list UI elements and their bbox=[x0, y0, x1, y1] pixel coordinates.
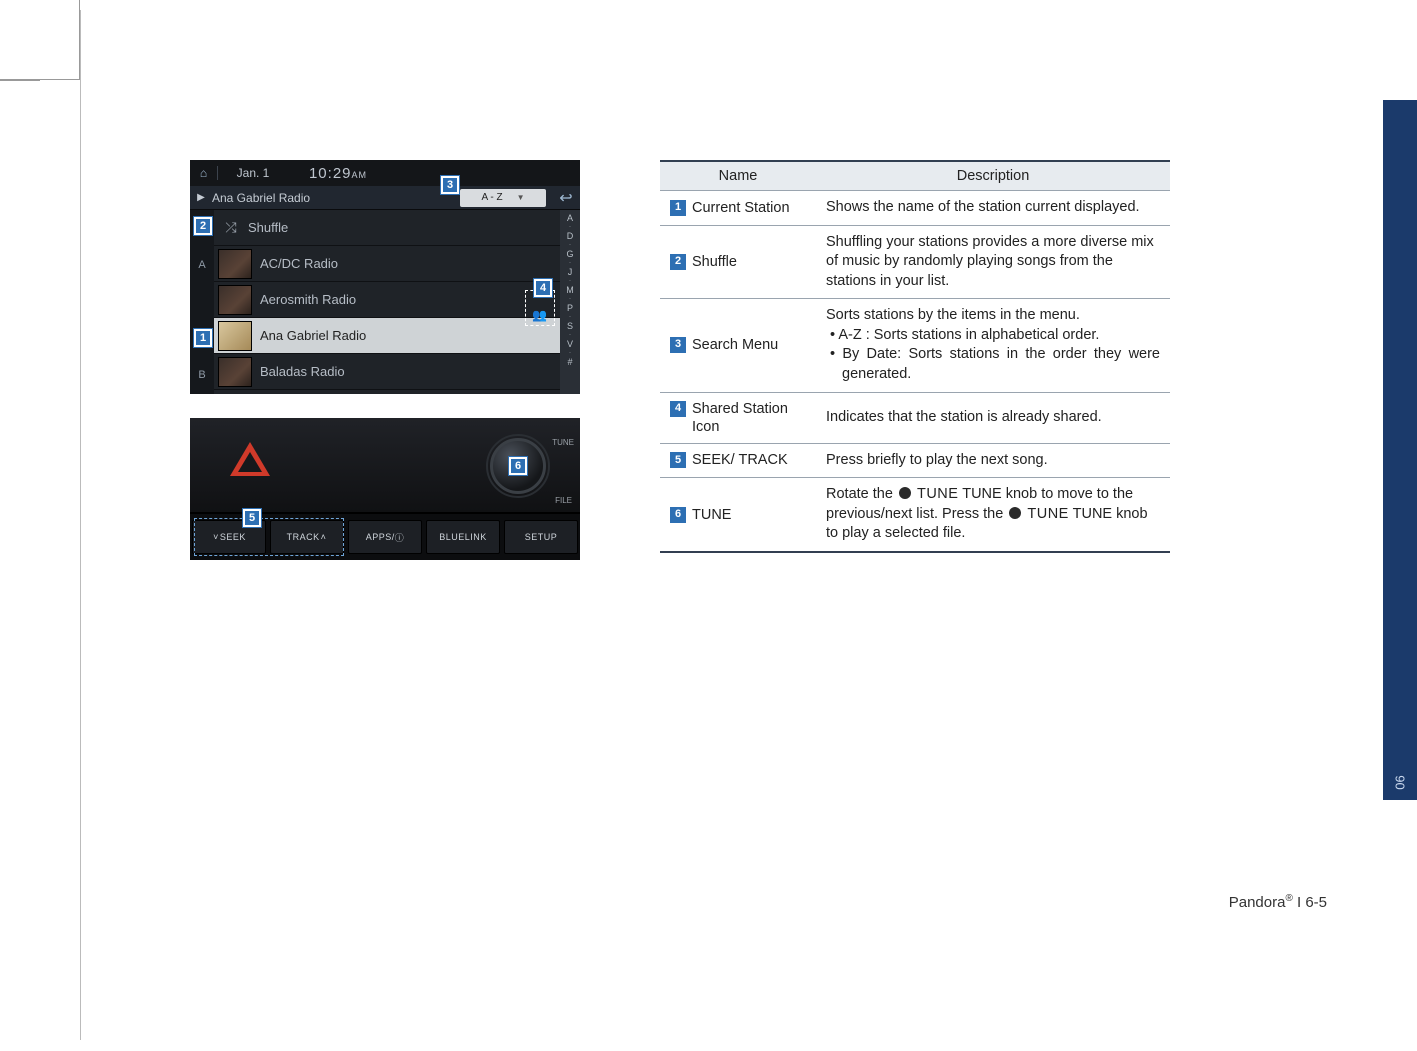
figure-column: ⌂ Jan. 1 10:29AM ▶ Ana Gabriel Radio A -… bbox=[190, 160, 580, 560]
row-name: Search Menu bbox=[692, 336, 778, 354]
row-name: Current Station bbox=[692, 199, 790, 217]
section-letter-a: A bbox=[198, 246, 205, 284]
table-row: 4 Shared Station Icon Indicates that the … bbox=[660, 392, 1170, 443]
footer-page: I 6-5 bbox=[1293, 894, 1327, 911]
callout-5: 5 bbox=[242, 508, 262, 528]
info-icon: ⓘ bbox=[395, 531, 405, 544]
bluelink-button-label: BLUELINK bbox=[439, 532, 487, 542]
station-row-label: Aerosmith Radio bbox=[260, 292, 356, 307]
station-row-selected[interactable]: Ana Gabriel Radio bbox=[214, 318, 560, 354]
knob-dot-icon bbox=[1009, 507, 1021, 519]
shuffle-label: Shuffle bbox=[248, 220, 288, 235]
row-number-badge: 2 bbox=[670, 254, 686, 270]
sort-dropdown-label: A - Z bbox=[481, 192, 502, 203]
callout-1: 1 bbox=[193, 328, 213, 348]
chapter-tab: 06 bbox=[1383, 100, 1417, 800]
chapter-tab-number: 06 bbox=[1393, 766, 1408, 800]
crop-mark-top bbox=[0, 0, 80, 80]
station-row-label: AC/DC Radio bbox=[260, 256, 338, 271]
apps-button-label: APPS/ bbox=[366, 532, 395, 542]
setup-button-label: SETUP bbox=[525, 532, 558, 542]
row-description: Press briefly to play the next song. bbox=[816, 443, 1170, 478]
row-number-badge: 6 bbox=[670, 507, 686, 523]
registered-mark: ® bbox=[1285, 893, 1292, 904]
table-row: 6 TUNE Rotate the TUNE TUNE knob to move … bbox=[660, 478, 1170, 552]
station-list[interactable]: ⤮ Shuffle AC/DC Radio Aerosmith Radio An… bbox=[214, 210, 560, 394]
row-number-badge: 4 bbox=[670, 401, 686, 417]
status-time: 10:29AM bbox=[288, 165, 388, 182]
row-number-badge: 5 bbox=[670, 452, 686, 468]
station-row-label: Ana Gabriel Radio bbox=[260, 328, 366, 343]
station-thumb bbox=[218, 357, 252, 387]
track-button[interactable]: TRACK ˄ bbox=[270, 520, 344, 554]
status-time-ampm: AM bbox=[352, 170, 368, 180]
back-icon[interactable]: ↩ bbox=[552, 188, 580, 208]
callout-2: 2 bbox=[193, 216, 213, 236]
station-thumb bbox=[218, 249, 252, 279]
device-panel-top: TUNE FILE 6 bbox=[190, 418, 580, 514]
page: 06 ⌂ Jan. 1 10:29AM ▶ Ana Gabriel Radio … bbox=[0, 0, 1417, 1051]
track-button-label: TRACK bbox=[287, 532, 320, 542]
home-icon[interactable]: ⌂ bbox=[190, 166, 218, 180]
section-letter-b: B bbox=[198, 356, 205, 394]
apps-button[interactable]: APPS/ⓘ bbox=[348, 520, 422, 554]
section-letter-column: A B bbox=[190, 210, 214, 394]
row-name: TUNE bbox=[692, 506, 731, 524]
shared-icon: 👥 bbox=[532, 308, 547, 322]
tune-knob-label: TUNE bbox=[552, 438, 574, 447]
infotainment-screenshot: ⌂ Jan. 1 10:29AM ▶ Ana Gabriel Radio A -… bbox=[190, 160, 580, 394]
station-list-body: A B ⤮ Shuffle AC/DC Radio bbox=[190, 210, 580, 394]
row-description: Shows the name of the station current di… bbox=[816, 191, 1170, 226]
row-description: Rotate the TUNE TUNE knob to move to the… bbox=[816, 478, 1170, 552]
table-header-name: Name bbox=[660, 161, 816, 191]
row-name: SEEK/ TRACK bbox=[692, 451, 788, 469]
chevron-down-icon: ˅ bbox=[213, 532, 219, 542]
seek-button-label: SEEK bbox=[220, 532, 246, 542]
sort-dropdown[interactable]: A - Z ▼ bbox=[460, 189, 546, 207]
row-description: Shuffling your stations provides a more … bbox=[816, 225, 1170, 299]
alpha-index[interactable]: A· D· G· J· M· P· S· V· # bbox=[560, 210, 580, 394]
status-date: Jan. 1 bbox=[218, 166, 288, 180]
table-row: 1 Current Station Shows the name of the s… bbox=[660, 191, 1170, 226]
page-footer: Pandora® I 6-5 bbox=[1229, 893, 1327, 911]
bluelink-button[interactable]: BLUELINK bbox=[426, 520, 500, 554]
row-number-badge: 1 bbox=[670, 200, 686, 216]
subheader: ▶ Ana Gabriel Radio A - Z ▼ ↩ bbox=[190, 186, 580, 210]
row-description: Sorts stations by the items in the menu.… bbox=[816, 299, 1170, 392]
file-knob-label: FILE bbox=[555, 496, 572, 505]
table-row: 2 Shuffle Shuffling your stations provide… bbox=[660, 225, 1170, 299]
callout-6: 6 bbox=[508, 456, 528, 476]
device-panel-screenshot: TUNE FILE 6 ˅ SEEK TRACK ˄ APPS/ⓘ BLUELI… bbox=[190, 418, 580, 560]
callout-3: 3 bbox=[440, 175, 460, 195]
footer-product: Pandora bbox=[1229, 894, 1286, 911]
station-row-label: Baladas Radio bbox=[260, 364, 345, 379]
station-thumb bbox=[218, 285, 252, 315]
warning-triangle-inner bbox=[238, 452, 262, 472]
play-icon[interactable]: ▶ bbox=[190, 192, 212, 203]
crop-mark-left bbox=[0, 80, 40, 81]
station-row[interactable]: Baladas Radio bbox=[214, 354, 560, 390]
row-name: Shuffle bbox=[692, 253, 737, 271]
description-table: Name Description 1 Current Station Shows … bbox=[660, 160, 1170, 553]
station-thumb bbox=[218, 321, 252, 351]
row-number-badge: 3 bbox=[670, 337, 686, 353]
table-row: 3 Search Menu Sorts stations by the items… bbox=[660, 299, 1170, 392]
status-time-value: 10:29 bbox=[309, 165, 352, 182]
description-table-wrap: Name Description 1 Current Station Shows … bbox=[660, 160, 1170, 553]
row-name: Shared Station Icon bbox=[692, 400, 806, 436]
shuffle-icon: ⤮ bbox=[214, 219, 248, 236]
shuffle-row[interactable]: ⤮ Shuffle bbox=[214, 210, 560, 246]
chevron-up-icon: ˄ bbox=[321, 532, 327, 542]
station-row[interactable]: Aerosmith Radio bbox=[214, 282, 560, 318]
station-row[interactable]: AC/DC Radio bbox=[214, 246, 560, 282]
knob-dot-icon bbox=[899, 487, 911, 499]
chevron-down-icon: ▼ bbox=[517, 193, 525, 202]
current-station-label: Ana Gabriel Radio bbox=[212, 191, 460, 205]
setup-button[interactable]: SETUP bbox=[504, 520, 578, 554]
row-description: Indicates that the station is already sh… bbox=[816, 392, 1170, 443]
table-header-description: Description bbox=[816, 161, 1170, 191]
status-bar: ⌂ Jan. 1 10:29AM bbox=[190, 160, 580, 186]
callout-4: 4 bbox=[533, 278, 553, 298]
table-row: 5 SEEK/ TRACK Press briefly to play the n… bbox=[660, 443, 1170, 478]
